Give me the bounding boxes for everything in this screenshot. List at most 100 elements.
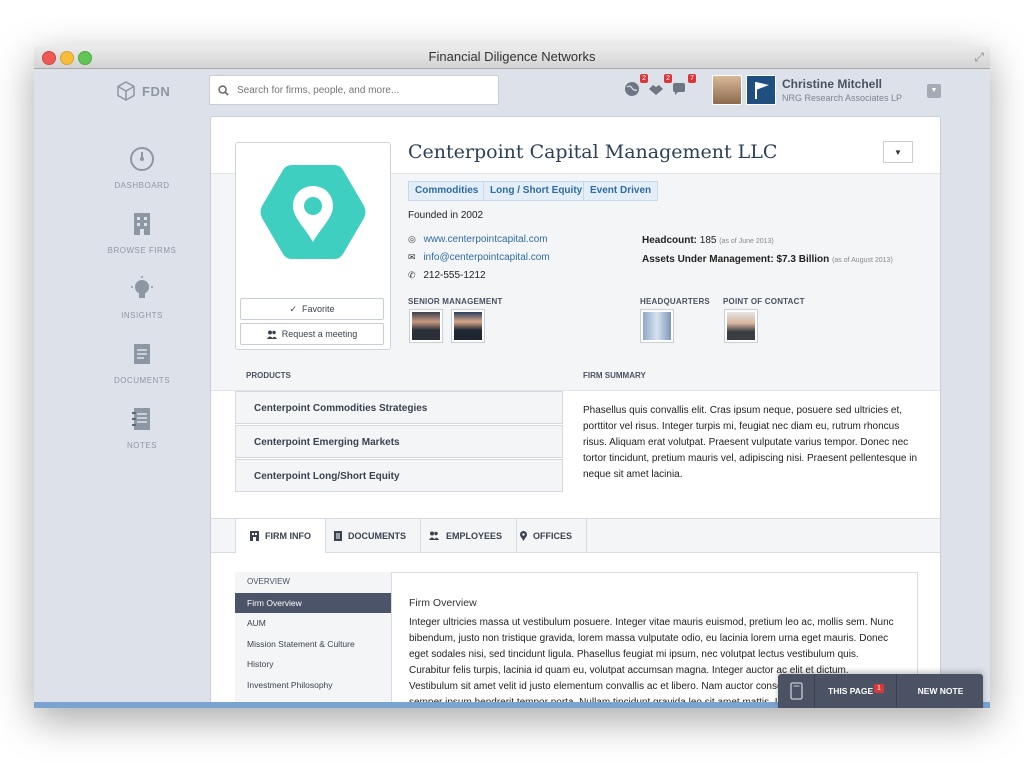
minimize-window-button[interactable] [60, 51, 74, 65]
firm-actions-dropdown[interactable]: ▼ [883, 141, 913, 163]
this-page-notes-label[interactable]: THIS PAGE [828, 686, 873, 696]
headcount-row: Headcount: 185 (as of June 2013) [642, 235, 774, 246]
tab-label: EMPLOYEES [446, 530, 503, 541]
people-icon [429, 531, 439, 540]
favorite-label: Favorite [302, 304, 335, 314]
point-of-contact-photo[interactable] [724, 309, 758, 343]
check-icon: ✓ [289, 303, 298, 314]
map-pin-icon [520, 530, 527, 541]
notebook-icon [132, 408, 150, 430]
building-icon [250, 531, 259, 541]
tab-bar: FIRM INFO DOCUMENTS EMPLOYEES OFFICES [211, 518, 940, 553]
building-icon [134, 213, 150, 235]
people-icon [266, 330, 277, 339]
lightbulb-icon [131, 276, 153, 298]
products-summary-header: PRODUCTS FIRM SUMMARY [211, 359, 940, 391]
notes-count-badge: 1 [874, 684, 884, 693]
subnav-header: OVERVIEW [247, 577, 290, 586]
zoom-window-button[interactable] [78, 51, 92, 65]
point-of-contact-label: POINT OF CONTACT [723, 297, 805, 306]
notification-chat[interactable]: 7 [672, 74, 696, 98]
senior-manager-photo[interactable] [409, 309, 443, 343]
subnav-item-mission[interactable]: Mission Statement & Culture [235, 634, 391, 655]
user-name[interactable]: Christine Mitchell [782, 77, 882, 91]
product-item[interactable]: Centerpoint Emerging Markets [235, 425, 563, 458]
tag-long-short-equity[interactable]: Long / Short Equity [483, 181, 590, 201]
aum-row: Assets Under Management: $7.3 Billion (a… [642, 254, 893, 265]
new-note-button[interactable]: NEW NOTE [896, 674, 984, 708]
app-logo[interactable]: FDN [116, 81, 170, 101]
aum-label: Assets Under Management: [642, 254, 774, 265]
notes-bar: THIS PAGE 1 NEW NOTE [778, 674, 983, 708]
search-input[interactable] [235, 83, 479, 97]
notification-globe[interactable]: 2 [624, 74, 648, 98]
search-icon [218, 84, 229, 96]
user-org: NRG Research Associates LP [782, 93, 903, 103]
subnav-item-investment-philosophy[interactable]: Investment Philosophy [235, 675, 391, 696]
phone-icon: ✆ [408, 270, 416, 280]
subnav-item-history[interactable]: History [235, 654, 391, 675]
sidebar-item-label: BROWSE FIRMS [107, 246, 177, 255]
notification-count: 7 [688, 74, 696, 83]
phone-number: 212-555-1212 [423, 270, 486, 281]
subnav-item-aum[interactable]: AUM [235, 613, 391, 634]
tab-documents[interactable]: DOCUMENTS [320, 519, 421, 552]
user-avatar[interactable] [712, 75, 742, 105]
tab-firm-info[interactable]: FIRM INFO [235, 519, 326, 553]
top-bar: FDN 2 2 7 Christine Mitchell NRG Researc… [34, 69, 990, 113]
document-icon [334, 530, 342, 541]
fullscreen-icon[interactable]: ⤢ [974, 50, 984, 65]
sidebar-item-browse-firms[interactable]: BROWSE FIRMS [94, 211, 190, 276]
senior-manager-photo[interactable] [451, 309, 485, 343]
search-box[interactable] [209, 75, 499, 105]
notification-handshake[interactable]: 2 [648, 74, 672, 98]
document-icon [134, 344, 150, 364]
envelope-icon: ✉ [408, 252, 416, 262]
web-icon: ◎ [408, 234, 416, 244]
tab-employees[interactable]: EMPLOYEES [414, 519, 518, 552]
favorite-button[interactable]: ✓ Favorite [240, 298, 384, 320]
notes-toggle[interactable] [778, 674, 815, 708]
subnav-item-firm-overview[interactable]: Firm Overview [235, 592, 391, 613]
tab-label: OFFICES [533, 530, 573, 541]
email-row: ✉ info@centerpointcapital.com [408, 252, 550, 263]
sidebar-item-documents[interactable]: DOCUMENTS [94, 341, 190, 406]
email-link[interactable]: info@centerpointcapital.com [423, 252, 549, 263]
tag-commodities[interactable]: Commodities [408, 181, 486, 201]
product-item[interactable]: Centerpoint Long/Short Equity [235, 459, 563, 492]
firm-info-subnav: OVERVIEW Firm Overview AUM Mission State… [235, 572, 392, 708]
website-row: ◎ www.centerpointcapital.com [408, 234, 548, 245]
tab-label: FIRM INFO [265, 531, 311, 541]
user-menu-dropdown[interactable]: ▼ [927, 84, 941, 98]
sidebar-item-notes[interactable]: NOTES [94, 406, 190, 471]
phone-row: ✆ 212-555-1212 [408, 270, 486, 281]
request-meeting-button[interactable]: Request a meeting [240, 323, 384, 345]
title-bar: Financial Diligence Networks ⤢ [34, 46, 990, 69]
firm-summary-text: Phasellus quis convallis elit. Cras ipsu… [583, 405, 918, 480]
tab-label: DOCUMENTS [348, 530, 406, 541]
org-logo-icon[interactable] [746, 75, 776, 105]
map-pin-logo-icon [260, 165, 366, 259]
firm-name: Centerpoint Capital Management LLC [408, 141, 778, 163]
headquarters-photo[interactable] [640, 309, 674, 343]
notification-count: 2 [664, 74, 672, 83]
tab-offices[interactable]: OFFICES [506, 519, 588, 552]
headcount-value: 185 [699, 235, 717, 246]
sidebar-item-dashboard[interactable]: DASHBOARD [94, 146, 190, 211]
tablet-icon [790, 682, 803, 700]
sidebar-item-label: INSIGHTS [121, 311, 163, 320]
products-header: PRODUCTS [246, 371, 291, 380]
close-window-button[interactable] [42, 51, 56, 65]
sidebar-item-insights[interactable]: INSIGHTS [94, 276, 190, 341]
tag-event-driven[interactable]: Event Driven [583, 181, 659, 201]
app-window: Financial Diligence Networks ⤢ FDN 2 2 7… [34, 46, 990, 708]
senior-management-label: SENIOR MANAGEMENT [408, 297, 503, 306]
request-meeting-label: Request a meeting [281, 329, 358, 339]
handshake-icon [649, 85, 663, 95]
product-item[interactable]: Centerpoint Commodities Strategies [235, 391, 563, 424]
firm-summary-header: FIRM SUMMARY [583, 371, 646, 380]
sidebar-item-label: NOTES [126, 441, 158, 450]
chat-icon [673, 83, 685, 95]
firm-logo-card: ✓ Favorite Request a meeting [235, 142, 391, 350]
website-link[interactable]: www.centerpointcapital.com [424, 234, 548, 245]
